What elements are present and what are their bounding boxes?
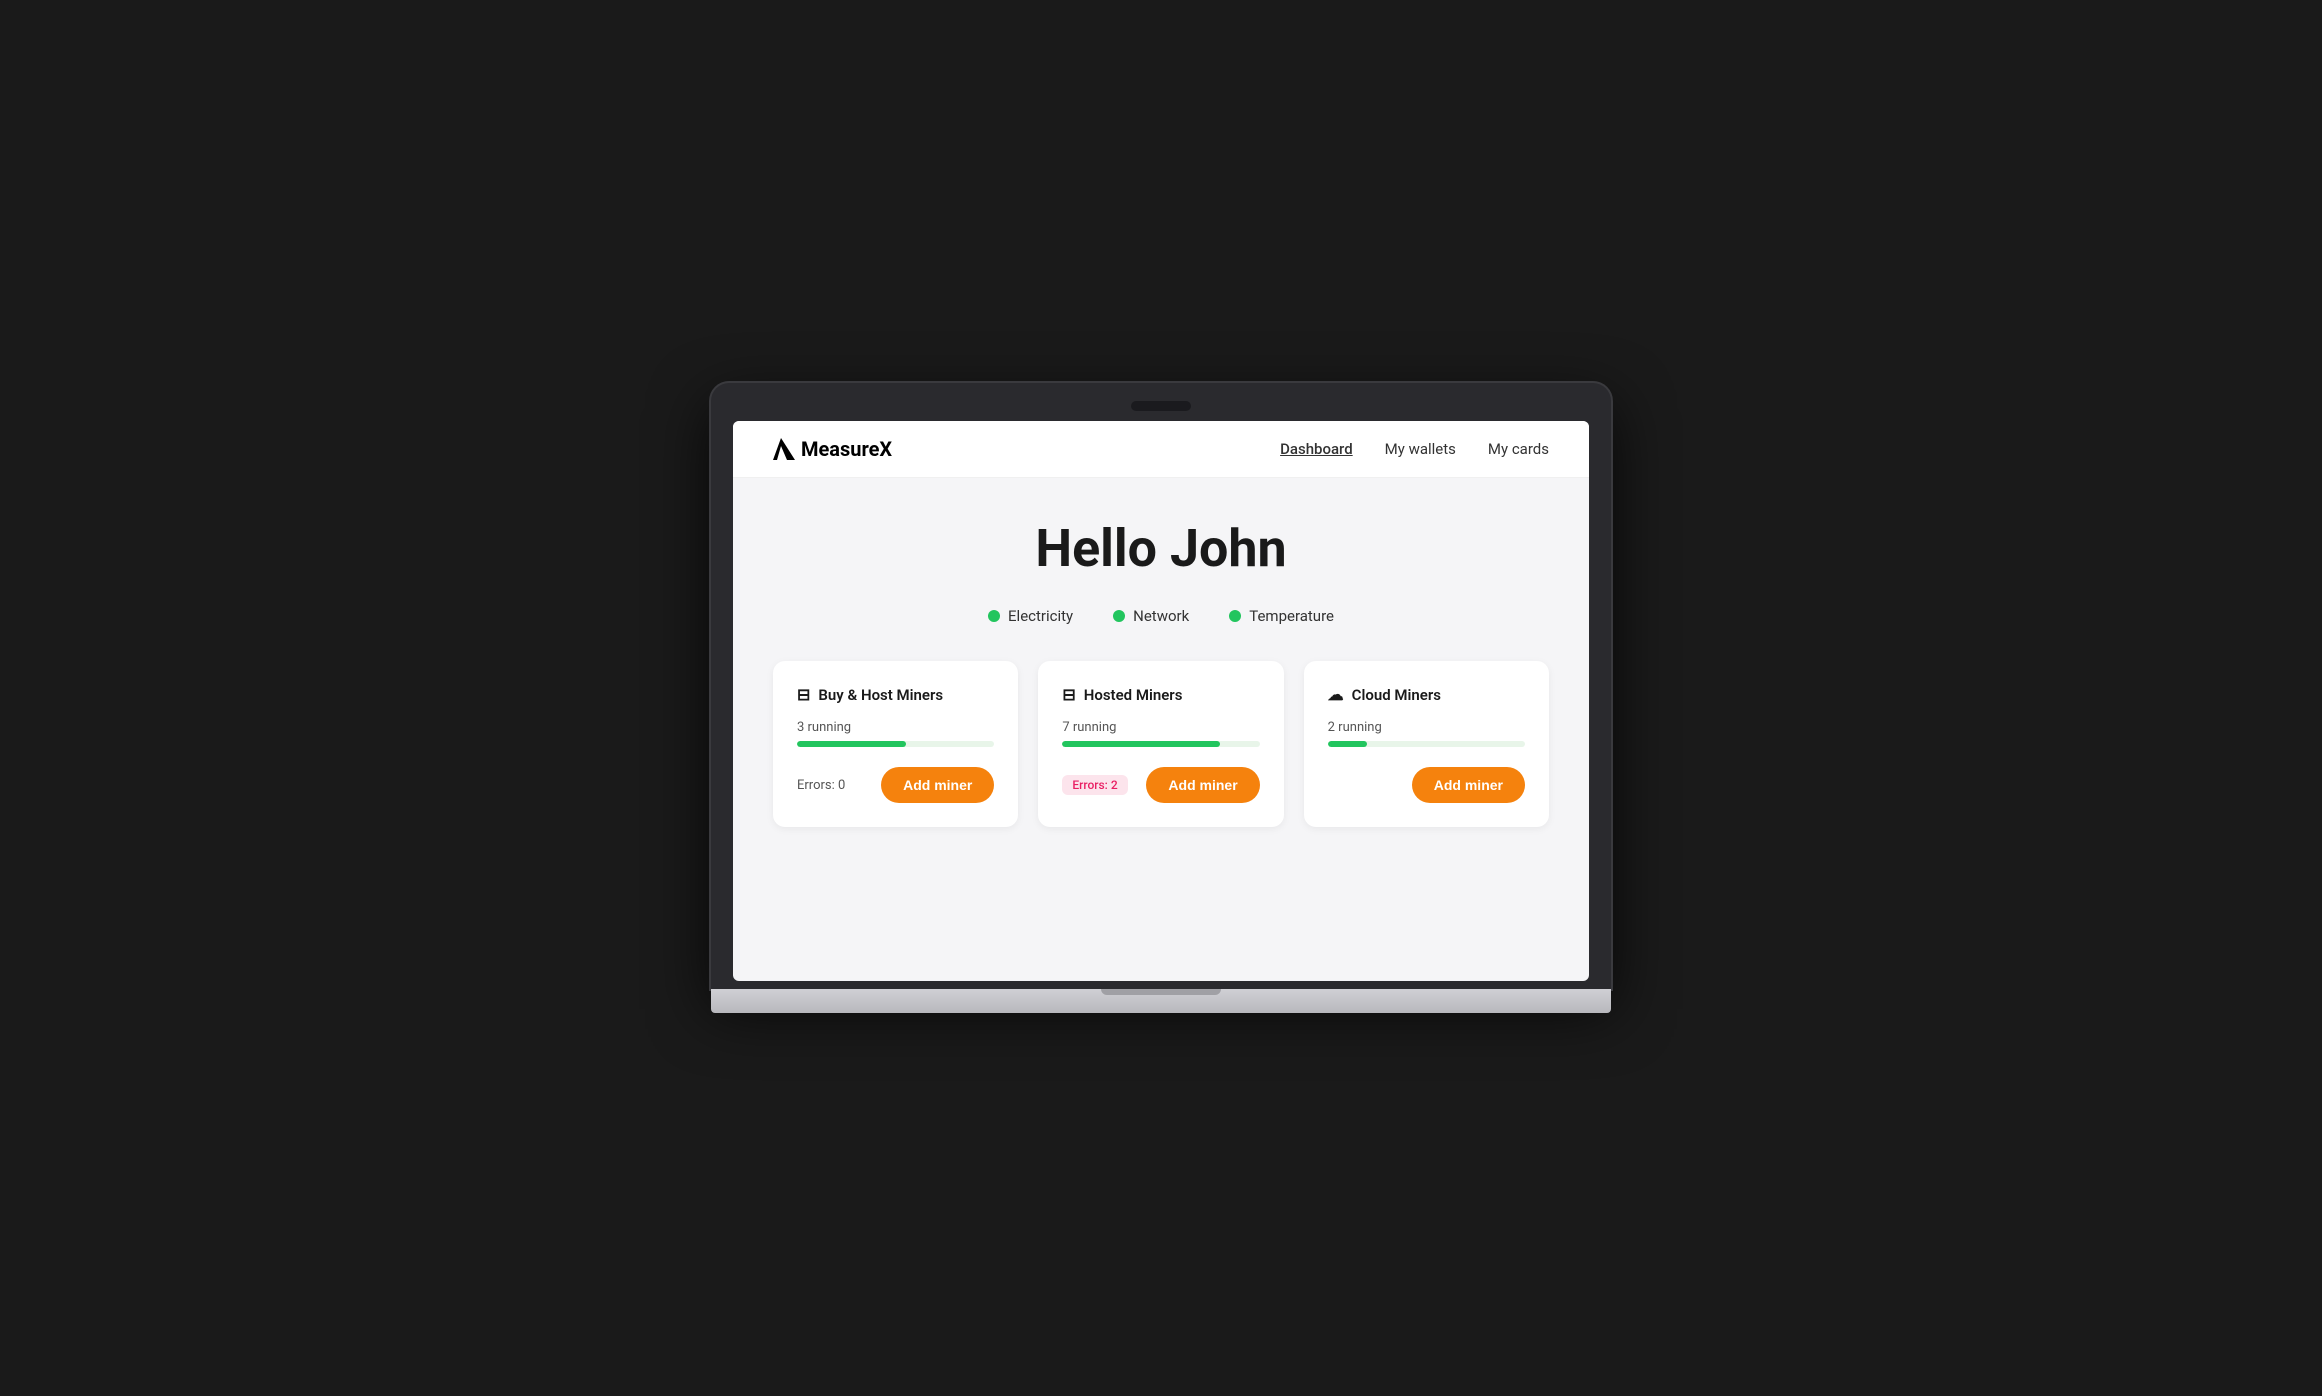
card-cloud-add-btn[interactable]: Add miner [1412,767,1525,803]
main-content: Hello John Electricity Network Temperatu… [733,478,1589,887]
screen-bezel: MeasureX Dashboard My wallets My cards H… [711,383,1611,989]
network-label: Network [1133,607,1189,625]
card-hosted-title: Hosted Miners [1084,686,1183,704]
card-buy-host-progress-fill [797,741,906,747]
card-buy-host-add-btn[interactable]: Add miner [881,767,994,803]
status-indicators: Electricity Network Temperature [773,607,1549,625]
electricity-indicator: Electricity [988,607,1073,625]
nav-links: Dashboard My wallets My cards [1280,440,1549,458]
network-dot [1113,610,1125,622]
logo-text: MeasureX [801,437,892,461]
card-hosted-footer: Errors: 2 Add miner [1062,767,1259,803]
nav-my-cards[interactable]: My cards [1488,440,1549,458]
logo: MeasureX [773,437,892,461]
camera-notch [1131,401,1191,411]
card-cloud-running: 2 running [1328,720,1525,735]
card-hosted-running: 7 running [1062,720,1259,735]
nav-dashboard[interactable]: Dashboard [1280,440,1353,458]
temperature-dot [1229,610,1241,622]
card-cloud-title: Cloud Miners [1352,686,1441,704]
nav-my-wallets[interactable]: My wallets [1385,440,1456,458]
card-cloud-header: ☁ Cloud Miners [1328,685,1525,704]
greeting-heading: Hello John [773,518,1549,579]
card-cloud-progress-fill [1328,741,1367,747]
card-buy-host: ⊟ Buy & Host Miners 3 running Errors: 0 … [773,661,1018,827]
temperature-indicator: Temperature [1229,607,1334,625]
card-buy-host-header: ⊟ Buy & Host Miners [797,685,994,704]
cards-row: ⊟ Buy & Host Miners 3 running Errors: 0 … [773,661,1549,827]
card-hosted-add-btn[interactable]: Add miner [1146,767,1259,803]
card-hosted-header: ⊟ Hosted Miners [1062,685,1259,704]
card-hosted-errors-badge: Errors: 2 [1062,775,1127,795]
network-indicator: Network [1113,607,1189,625]
card-buy-host-errors: Errors: 0 [797,778,845,793]
card-buy-host-title: Buy & Host Miners [818,686,943,704]
card-hosted-icon: ⊟ [1062,685,1075,704]
card-buy-host-footer: Errors: 0 Add miner [797,767,994,803]
laptop-base [711,989,1611,1013]
laptop-frame: MeasureX Dashboard My wallets My cards H… [711,383,1611,1013]
card-buy-host-progress-bg [797,741,994,747]
card-buy-host-running: 3 running [797,720,994,735]
card-cloud-icon: ☁ [1328,685,1344,704]
navbar: MeasureX Dashboard My wallets My cards [733,421,1589,478]
card-cloud-progress-bg [1328,741,1525,747]
card-hosted-progress-fill [1062,741,1220,747]
card-hosted: ⊟ Hosted Miners 7 running Errors: 2 Add … [1038,661,1283,827]
electricity-label: Electricity [1008,607,1073,625]
temperature-label: Temperature [1249,607,1334,625]
screen: MeasureX Dashboard My wallets My cards H… [733,421,1589,981]
card-cloud-footer: Add miner [1328,767,1525,803]
card-buy-host-icon: ⊟ [797,685,810,704]
logo-icon [773,438,795,460]
card-cloud: ☁ Cloud Miners 2 running Add miner [1304,661,1549,827]
card-hosted-progress-bg [1062,741,1259,747]
electricity-dot [988,610,1000,622]
